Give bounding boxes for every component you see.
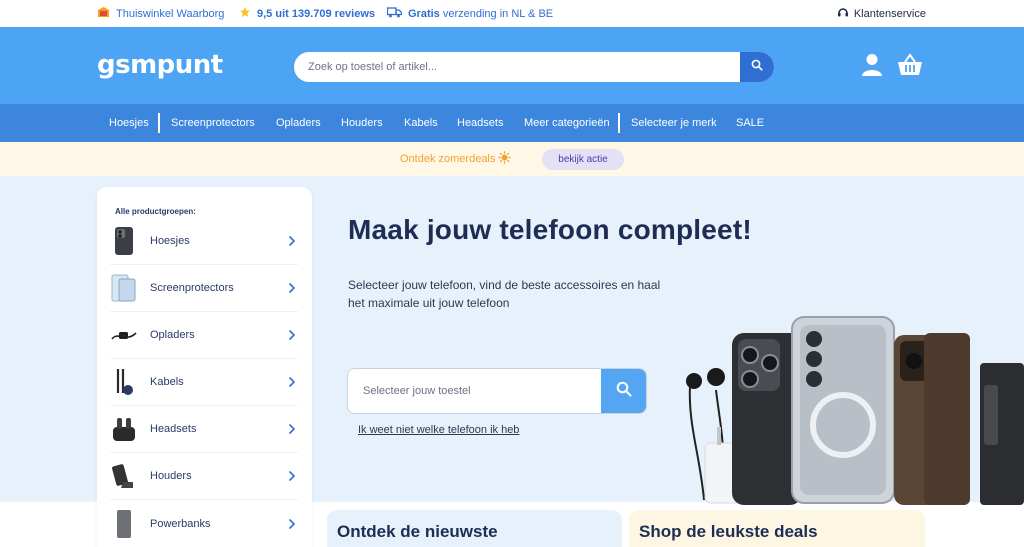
sidebar-heading: Alle productgroepen: [115,207,196,216]
new-arrivals-card[interactable]: Ontdek de nieuwste [327,510,622,547]
usp-shipping[interactable]: Gratis verzending in NL & BE [386,0,554,27]
usp-waarborg-text: Thuiswinkel Waarborg [116,7,225,20]
nav-item-headsets[interactable]: Headsets [457,104,503,142]
sidebar-item-label: Headsets [150,423,197,435]
star-icon [239,6,251,21]
site-header: gsmpunt [0,27,1024,104]
sidebar-item-headsets[interactable]: Headsets [110,406,298,453]
card-title: Ontdek de nieuwste [337,522,498,541]
deals-card[interactable]: Shop de leukste deals [629,510,925,547]
waarborg-icon [97,6,110,21]
promo-action-button[interactable]: bekijk actie [542,149,624,170]
usp-bar: Thuiswinkel Waarborg 9,5 uit 139.709 rev… [0,0,1024,27]
promo-strip: Ontdek zomerdeals bekijk actie [0,142,1024,176]
nav-divider [618,113,620,133]
cart-icon[interactable] [897,53,923,82]
holder-thumbnail [110,461,138,491]
case-thumbnail [110,226,138,256]
sidebar-item-screenprotectors[interactable]: Screenprotectors [110,265,298,312]
sidebar-item-label: Kabels [150,376,184,388]
search-bar [294,52,774,82]
nav-item-selecteer-merk[interactable]: Selecteer je merk [631,104,717,142]
screenprotector-thumbnail [110,273,138,303]
sidebar-item-label: Houders [150,470,192,482]
device-selector [347,368,647,414]
device-search-button[interactable] [601,369,646,413]
customer-service-text: Klantenservice [853,7,926,20]
logo[interactable]: gsmpunt [97,50,223,80]
card-title: Shop de leukste deals [639,522,818,541]
main-nav: Hoesjes Screenprotectors Opladers Houder… [0,104,1024,142]
sidebar-item-houders[interactable]: Houders [110,453,298,500]
chevron-right-icon [286,423,298,435]
promo-link[interactable]: Ontdek zomerdeals [400,142,512,176]
sidebar-item-kabels[interactable]: Kabels [110,359,298,406]
cable-thumbnail [110,367,138,397]
sidebar-item-hoesjes[interactable]: Hoesjes [110,218,298,265]
earbuds-thumbnail [110,414,138,444]
nav-item-screenprotectors[interactable]: Screenprotectors [171,104,255,142]
sun-icon [498,151,512,167]
nav-item-houders[interactable]: Houders [341,104,383,142]
sidebar-item-label: Powerbanks [150,517,211,530]
category-sidebar: Alle productgroepen: Hoesjes Screenprote… [97,187,312,547]
usp-shipping-bold: Gratis [408,7,440,20]
nav-item-sale[interactable]: SALE [736,104,764,142]
promo-text: Ontdek zomerdeals [400,153,496,165]
sidebar-item-label: Opladers [150,329,195,341]
headset-icon [837,6,849,21]
usp-reviews[interactable]: 9,5 uit 139.709 reviews [239,0,375,27]
sidebar-item-opladers[interactable]: Opladers [110,312,298,359]
charger-thumbnail [110,320,138,350]
chevron-right-icon [286,376,298,388]
truck-icon [386,6,403,21]
device-search-input[interactable] [348,369,603,413]
search-icon [616,381,632,402]
chevron-right-icon [286,329,298,341]
chevron-right-icon [286,282,298,294]
nav-item-opladers[interactable]: Opladers [276,104,321,142]
chevron-right-icon [286,235,298,247]
usp-shipping-text: verzending in NL & BE [442,7,554,20]
nav-item-kabels[interactable]: Kabels [404,104,438,142]
sidebar-item-powerbanks[interactable]: Powerbanks [110,500,298,547]
hero-product-image [680,315,1024,505]
search-icon [751,58,763,76]
customer-service-link[interactable]: Klantenservice [837,0,926,27]
powerbank-thumbnail [110,509,138,539]
hero-title: Maak jouw telefoon compleet! [348,214,752,245]
account-icon[interactable] [861,53,883,82]
unknown-phone-link[interactable]: Ik weet niet welke telefoon ik heb [358,424,519,436]
chevron-right-icon [286,470,298,482]
chevron-right-icon [286,518,298,530]
nav-divider [158,113,160,133]
usp-waarborg[interactable]: Thuiswinkel Waarborg [97,0,224,27]
nav-item-hoesjes[interactable]: Hoesjes [109,104,149,142]
sidebar-item-label: Screenprotectors [150,282,234,294]
hero-subtitle: Selecteer jouw telefoon, vind de beste a… [348,278,661,310]
usp-reviews-text: 9,5 uit 139.709 reviews [257,7,376,20]
nav-item-meer-categorieen[interactable]: Meer categorieën [524,104,610,142]
search-input[interactable] [294,52,740,82]
search-button[interactable] [740,52,774,82]
sidebar-item-label: Hoesjes [150,235,190,247]
